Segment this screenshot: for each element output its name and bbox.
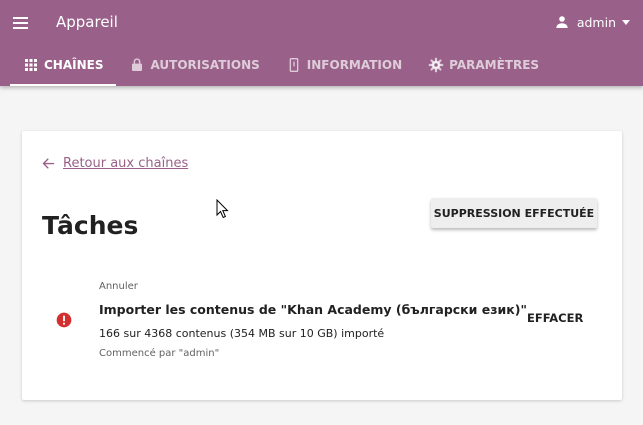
device-icon: [289, 58, 299, 72]
task-started-by: Commencé par "admin": [99, 348, 220, 359]
chevron-down-icon: [622, 19, 630, 25]
tab-label: CHAÎNES: [44, 58, 104, 72]
grid-icon: [25, 59, 37, 71]
page-heading: Tâches: [42, 211, 139, 240]
lock-icon: [132, 58, 143, 71]
tasks-card: Retour aux chaînes Tâches SUPPRESSION EF…: [22, 131, 622, 400]
tab-settings[interactable]: PARAMÈTRES: [415, 44, 552, 86]
clear-task-button[interactable]: EFFACER: [527, 311, 583, 325]
gear-icon: [428, 57, 444, 73]
clear-completed-button[interactable]: SUPPRESSION EFFECTUÉE: [431, 198, 597, 228]
task-progress-text: 166 sur 4368 contenus (354 MB sur 10 GB)…: [99, 327, 385, 340]
tab-permissions[interactable]: AUTORISATIONS: [116, 44, 272, 86]
error-icon: [56, 312, 72, 328]
task-cancel-label: Annuler: [99, 281, 138, 292]
user-menu[interactable]: admin: [554, 13, 630, 31]
tab-channels[interactable]: CHAÎNES: [10, 44, 117, 86]
tab-information[interactable]: INFORMATION: [273, 44, 415, 86]
user-name: admin: [576, 14, 616, 30]
arrow-left-icon: [42, 158, 55, 169]
page-title: Appareil: [56, 13, 118, 31]
tab-label: AUTORISATIONS: [150, 58, 260, 72]
person-icon: [556, 16, 568, 28]
app-bar: Appareil admin CHAÎNES AUTORISATIONS INF…: [0, 0, 643, 86]
back-link-text[interactable]: Retour aux chaînes: [63, 156, 188, 171]
mouse-cursor-icon: [216, 199, 229, 219]
tab-label: INFORMATION: [306, 58, 403, 72]
tab-label: PARAMÈTRES: [449, 58, 540, 72]
tab-bar: CHAÎNES AUTORISATIONS INFORMATION PARAMÈ…: [10, 44, 552, 86]
hamburger-menu-icon[interactable]: [11, 13, 31, 33]
back-to-channels-link[interactable]: Retour aux chaînes: [41, 156, 188, 171]
task-title: Importer les contenus de "Khan Academy (…: [99, 302, 527, 317]
